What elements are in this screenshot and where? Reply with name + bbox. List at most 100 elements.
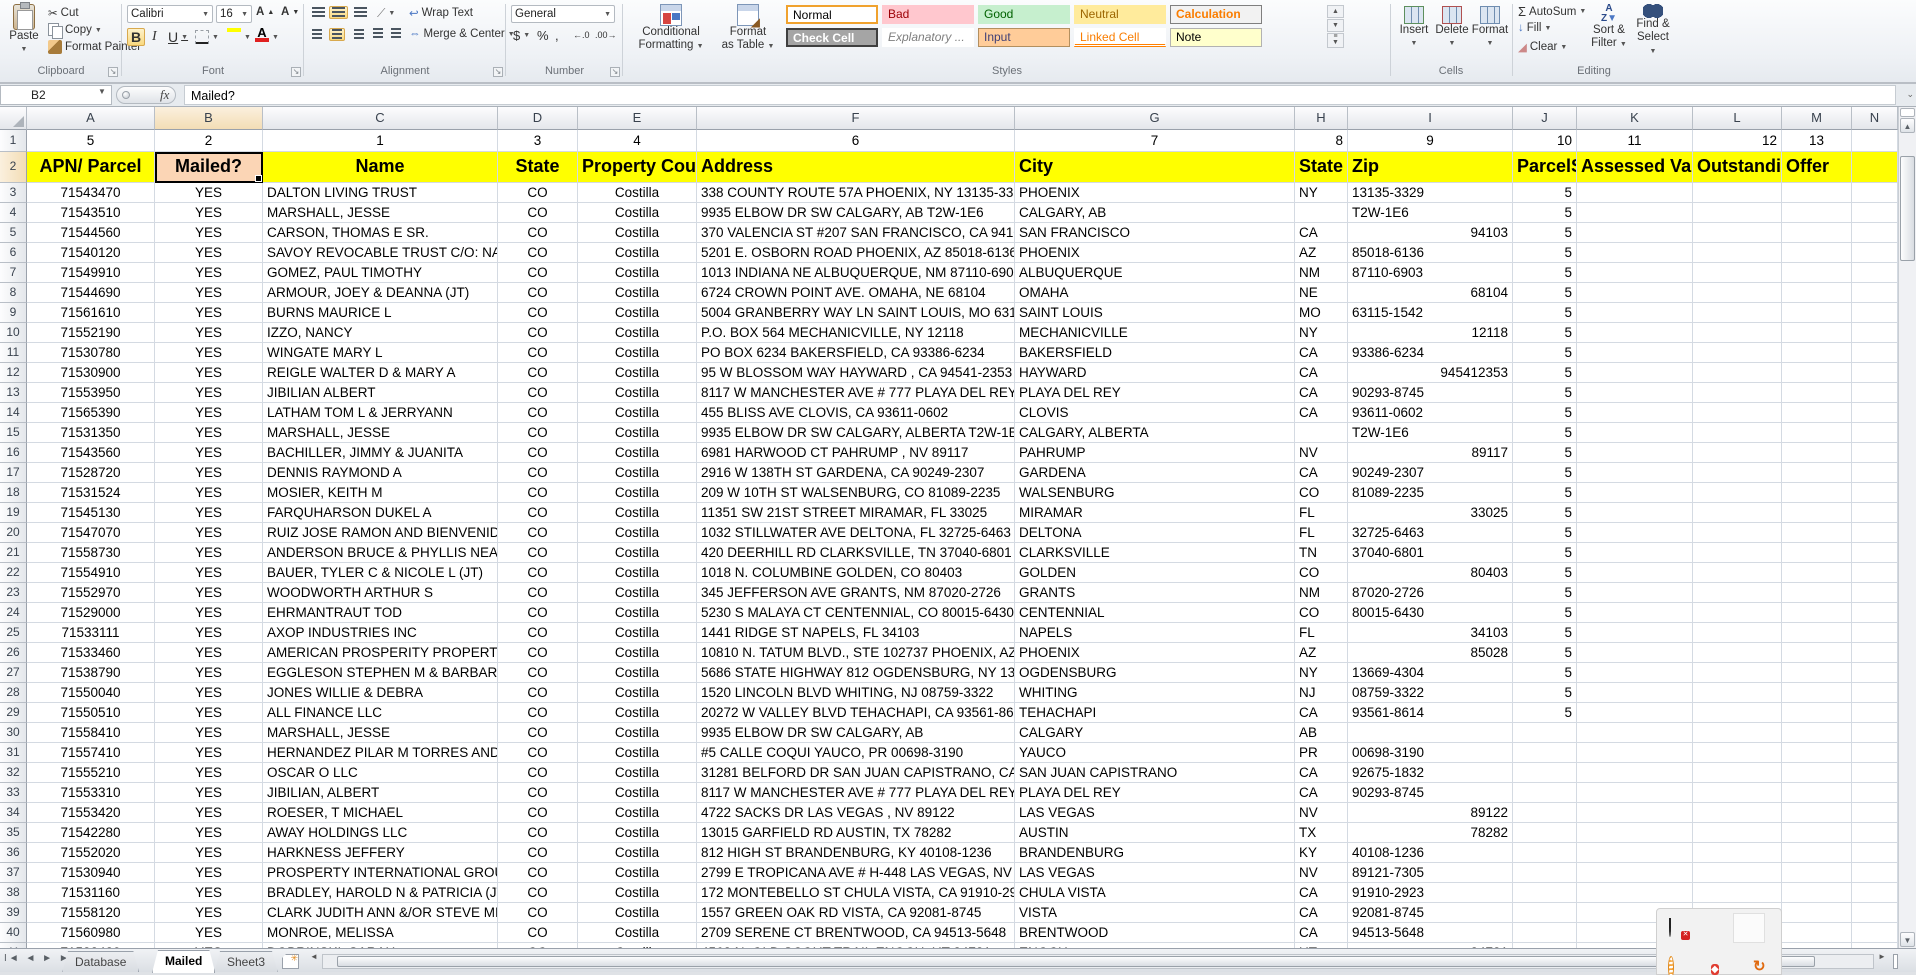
- cell-A2[interactable]: APN/ Parcel: [27, 152, 155, 183]
- cell-N24[interactable]: [1852, 603, 1898, 623]
- cell-K2[interactable]: Assessed Value: [1577, 152, 1693, 183]
- cell-I8[interactable]: 68104: [1348, 283, 1513, 303]
- cell-M19[interactable]: [1782, 503, 1852, 523]
- styles-gallery-up-button[interactable]: ▲: [1327, 5, 1344, 18]
- cell-J39[interactable]: [1513, 903, 1577, 923]
- cell-H5[interactable]: CA: [1295, 223, 1348, 243]
- cell-L27[interactable]: [1693, 663, 1782, 683]
- fill-button[interactable]: ↓ Fill▼: [1518, 22, 1551, 34]
- cell-D38[interactable]: CO: [498, 883, 578, 903]
- alignment-dialog-launcher[interactable]: ↘: [493, 67, 503, 77]
- row-header-8[interactable]: 8: [0, 283, 27, 303]
- cell-A18[interactable]: 71531524: [27, 483, 155, 503]
- cell-F17[interactable]: 2916 W 138TH ST GARDENA, CA 90249-2307: [697, 463, 1015, 483]
- row-header-20[interactable]: 20: [0, 523, 27, 543]
- format-as-table-button[interactable]: Format as Table ▼: [716, 4, 780, 53]
- row-header-23[interactable]: 23: [0, 583, 27, 603]
- cell-D18[interactable]: CO: [498, 483, 578, 503]
- cell-N36[interactable]: [1852, 843, 1898, 863]
- cell-M23[interactable]: [1782, 583, 1852, 603]
- cell-L4[interactable]: [1693, 203, 1782, 223]
- cell-B4[interactable]: YES: [155, 203, 263, 223]
- cell-K22[interactable]: [1577, 563, 1693, 583]
- cell-N37[interactable]: [1852, 863, 1898, 883]
- cell-C3[interactable]: DALTON LIVING TRUST: [263, 183, 498, 203]
- cell-A8[interactable]: 71544690: [27, 283, 155, 303]
- cell-I27[interactable]: 13669-4304: [1348, 663, 1513, 683]
- borders-button[interactable]: ▼: [195, 30, 219, 44]
- cell-L29[interactable]: [1693, 703, 1782, 723]
- cell-C32[interactable]: OSCAR O LLC: [263, 763, 498, 783]
- cell-J27[interactable]: 5: [1513, 663, 1577, 683]
- cell-H1[interactable]: 8: [1295, 130, 1348, 152]
- row-header-27[interactable]: 27: [0, 663, 27, 683]
- sync-arrows-icon[interactable]: ↻: [1753, 959, 1771, 975]
- cell-M10[interactable]: [1782, 323, 1852, 343]
- cell-G9[interactable]: SAINT LOUIS: [1015, 303, 1295, 323]
- cell-F29[interactable]: 20272 W VALLEY BLVD TEHACHAPI, CA 93561-…: [697, 703, 1015, 723]
- cell-B9[interactable]: YES: [155, 303, 263, 323]
- cell-G33[interactable]: PLAYA DEL REY: [1015, 783, 1295, 803]
- column-header-J[interactable]: J: [1513, 107, 1577, 130]
- cell-K24[interactable]: [1577, 603, 1693, 623]
- cell-A1[interactable]: 5: [27, 130, 155, 152]
- row-header-10[interactable]: 10: [0, 323, 27, 343]
- column-header-B[interactable]: B: [155, 107, 263, 130]
- cell-B29[interactable]: YES: [155, 703, 263, 723]
- cell-H8[interactable]: NE: [1295, 283, 1348, 303]
- cell-J3[interactable]: 5: [1513, 183, 1577, 203]
- name-box[interactable]: B2: [0, 85, 112, 105]
- cell-G21[interactable]: CLARKSVILLE: [1015, 543, 1295, 563]
- cell-E23[interactable]: Costilla: [578, 583, 697, 603]
- cell-F28[interactable]: 1520 LINCOLN BLVD WHITING, NJ 08759-3322: [697, 683, 1015, 703]
- cell-F5[interactable]: 370 VALENCIA ST #207 SAN FRANCISCO, CA 9…: [697, 223, 1015, 243]
- cell-B31[interactable]: YES: [155, 743, 263, 763]
- cell-C19[interactable]: FARQUHARSON DUKEL A: [263, 503, 498, 523]
- merge-center-button[interactable]: ⇔ Merge & Center ▼: [409, 28, 515, 40]
- increase-indent-button[interactable]: [391, 28, 401, 39]
- cell-N16[interactable]: [1852, 443, 1898, 463]
- scroll-up-icon[interactable]: ▲: [1900, 118, 1915, 133]
- cell-N20[interactable]: [1852, 523, 1898, 543]
- cell-L8[interactable]: [1693, 283, 1782, 303]
- cell-J36[interactable]: [1513, 843, 1577, 863]
- cell-I25[interactable]: 34103: [1348, 623, 1513, 643]
- cell-L38[interactable]: [1693, 883, 1782, 903]
- cell-H24[interactable]: CO: [1295, 603, 1348, 623]
- row-header-38[interactable]: 38: [0, 883, 27, 903]
- cell-J13[interactable]: 5: [1513, 383, 1577, 403]
- cell-D16[interactable]: CO: [498, 443, 578, 463]
- cell-F4[interactable]: 9935 ELBOW DR SW CALGARY, AB T2W-1E6: [697, 203, 1015, 223]
- cell-A4[interactable]: 71543510: [27, 203, 155, 223]
- cell-A21[interactable]: 71558730: [27, 543, 155, 563]
- style-note[interactable]: Note: [1170, 28, 1262, 47]
- cell-A10[interactable]: 71552190: [27, 323, 155, 343]
- cell-H34[interactable]: NV: [1295, 803, 1348, 823]
- cell-J5[interactable]: 5: [1513, 223, 1577, 243]
- cell-D35[interactable]: CO: [498, 823, 578, 843]
- cell-J1[interactable]: 10: [1513, 130, 1577, 152]
- insert-cells-button[interactable]: Insert▼: [1396, 6, 1432, 50]
- cell-E19[interactable]: Costilla: [578, 503, 697, 523]
- cell-G31[interactable]: YAUCO: [1015, 743, 1295, 763]
- cell-G28[interactable]: WHITING: [1015, 683, 1295, 703]
- cell-A27[interactable]: 71538790: [27, 663, 155, 683]
- cell-L32[interactable]: [1693, 763, 1782, 783]
- row-header-40[interactable]: 40: [0, 923, 27, 943]
- tab-sheet3[interactable]: Sheet3: [214, 951, 278, 973]
- vertical-split-handle[interactable]: [1900, 108, 1915, 117]
- cell-E21[interactable]: Costilla: [578, 543, 697, 563]
- cell-H40[interactable]: CA: [1295, 923, 1348, 943]
- cell-A3[interactable]: 71543470: [27, 183, 155, 203]
- cell-B19[interactable]: YES: [155, 503, 263, 523]
- cell-K17[interactable]: [1577, 463, 1693, 483]
- cell-N34[interactable]: [1852, 803, 1898, 823]
- tab-split-handle[interactable]: [1893, 954, 1898, 969]
- cell-A39[interactable]: 71558120: [27, 903, 155, 923]
- cell-C39[interactable]: CLARK JUDITH ANN &/OR STEVE MICH: [263, 903, 498, 923]
- cell-H11[interactable]: CA: [1295, 343, 1348, 363]
- cell-I20[interactable]: 32725-6463: [1348, 523, 1513, 543]
- cell-E26[interactable]: Costilla: [578, 643, 697, 663]
- cell-F35[interactable]: 13015 GARFIELD RD AUSTIN, TX 78282: [697, 823, 1015, 843]
- cell-C30[interactable]: MARSHALL, JESSE: [263, 723, 498, 743]
